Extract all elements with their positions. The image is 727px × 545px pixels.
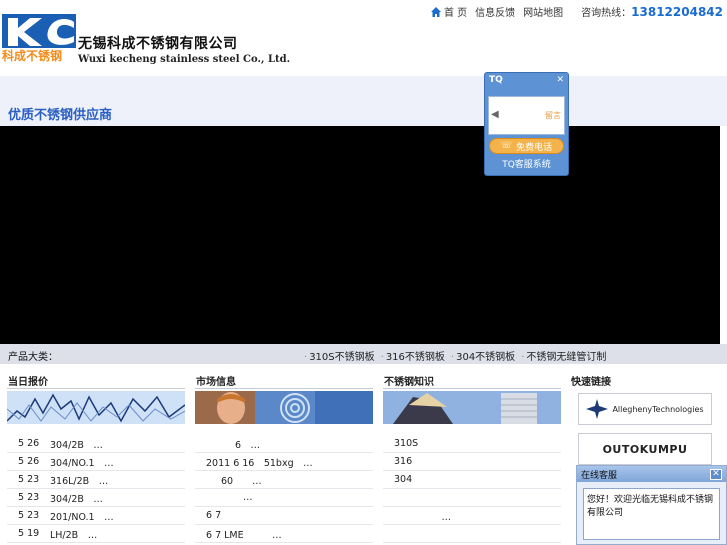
item-text: 304/2B … <box>50 493 103 505</box>
ticker-item[interactable]: 316不锈钢板 <box>381 348 445 363</box>
item-date: 5 26 <box>18 438 40 449</box>
item-text: 310S <box>394 438 419 449</box>
tq-status[interactable]: 留言 <box>545 110 561 121</box>
building-image <box>383 391 561 424</box>
list-item[interactable]: 310S <box>383 435 561 453</box>
free-call-button[interactable]: ☏ 免费电话 <box>489 138 564 154</box>
column-prices: 当日报价 5 26 304/2B … 5 26 304/NO.1 … 5 23 316… <box>6 373 186 543</box>
ticker-items: 310S不锈钢板 316不锈钢板 304不锈钢板 不锈钢无缝管订制 <box>304 348 606 363</box>
column-title[interactable]: 当日报价 <box>7 373 185 389</box>
list-item[interactable]: 60 … <box>195 471 373 489</box>
ticker-label: 产品大类： <box>8 352 58 363</box>
tq-footer[interactable]: TQ客服系统 <box>485 157 568 170</box>
list-item[interactable] <box>383 525 561 543</box>
list-item[interactable]: 5 23 304/2B … <box>7 489 185 507</box>
product-ticker: 产品大类： 310S不锈钢板 316不锈钢板 304不锈钢板 不锈钢无缝管订制 <box>0 344 727 364</box>
market-image <box>195 391 373 424</box>
close-icon[interactable]: ✕ <box>710 468 722 480</box>
list-item[interactable]: 6 7 LME … <box>195 525 373 543</box>
company-logo: 科成不锈钢 <box>2 14 76 62</box>
item-date: 5 23 <box>18 474 40 485</box>
item-text: 304 <box>394 474 413 485</box>
chat-message-box[interactable]: 您好！欢迎光临无锡科成不锈钢有限公司 <box>583 488 720 540</box>
column-market: 市场信息 6 … 2011 6 16 51bxg … 60 … … 6 7 6 … <box>195 373 373 543</box>
list-item[interactable]: 5 23 316L/2B … <box>7 471 185 489</box>
item-date: 5 26 <box>18 456 40 467</box>
item-text: 304/2B … <box>50 439 103 451</box>
column-knowledge: 不锈钢知识 310S 316 304 … <box>383 373 561 543</box>
list-item[interactable]: 6 7 <box>195 507 373 525</box>
chat-title: 在线客服 <box>581 470 618 481</box>
column-title[interactable]: 不锈钢知识 <box>383 373 561 389</box>
ticker-item[interactable]: 310S不锈钢板 <box>304 348 374 363</box>
list-item[interactable]: 5 19 LH/2B … <box>7 525 185 543</box>
partner-name: OUTOKUMPU <box>602 442 688 456</box>
item-text: 316 <box>394 456 413 467</box>
tq-status-panel: ◀ 留言 <box>488 96 565 135</box>
item-text: 60 … <box>221 475 262 487</box>
banner-flash[interactable] <box>0 126 720 344</box>
item-date: 5 23 <box>18 492 40 503</box>
list-item[interactable]: 304 <box>383 471 561 489</box>
item-text: 316L/2B … <box>50 475 109 487</box>
list-item[interactable]: 5 26 304/NO.1 … <box>7 453 185 471</box>
speaker-icon: ◀ <box>491 109 499 120</box>
nav-feedback[interactable]: 信息反馈 <box>475 4 515 19</box>
stock-chart-image <box>6 391 186 424</box>
list-item[interactable] <box>383 489 561 507</box>
item-text: 6 7 <box>206 510 222 521</box>
column-title: 快速链接 <box>571 377 611 388</box>
partner-name: AlleghenyTechnologies <box>612 404 704 414</box>
item-text: 6 7 LME … <box>206 529 282 541</box>
company-name-en: Wuxi kecheng stainless steel Co., Ltd. <box>78 54 291 65</box>
item-text: 304/NO.1 … <box>50 457 114 469</box>
item-text: 6 … <box>235 439 261 451</box>
chat-popup: 在线客服 ✕ 您好！欢迎光临无锡科成不锈钢有限公司 <box>576 465 727 545</box>
list-item[interactable]: 5 26 304/2B … <box>7 435 185 453</box>
top-nav: 首 页 信息反馈 网站地图 咨询热线： 13812204842 <box>430 4 723 19</box>
list-item[interactable]: 2011 6 16 51bxg … <box>195 453 373 471</box>
home-icon <box>430 6 441 17</box>
item-date: 5 23 <box>18 510 40 521</box>
nav-home-label: 首 页 <box>443 8 468 19</box>
list-item[interactable]: 6 … <box>195 435 373 453</box>
company-name: 无锡科成不锈钢有限公司 Wuxi kecheng stainless steel… <box>78 33 290 65</box>
list-item[interactable]: 316 <box>383 453 561 471</box>
hotline-label: 咨询热线： <box>581 8 632 19</box>
list-item[interactable]: 5 23 201/NO.1 … <box>7 507 185 525</box>
phone-icon: ☏ <box>500 141 513 151</box>
company-name-cn: 无锡科成不锈钢有限公司 <box>78 36 238 52</box>
quick-links: 快速链接 AlleghenyTechnologies OUTOKUMPU <box>570 373 720 465</box>
column-title[interactable]: 市场信息 <box>195 373 373 389</box>
list-item[interactable]: … <box>383 507 561 525</box>
slogan: 优质不锈钢供应商 <box>8 108 113 123</box>
ticker-item[interactable]: 304不锈钢板 <box>451 348 515 363</box>
nav-home[interactable]: 首 页 <box>430 4 468 19</box>
hotline-number: 13812204842 <box>631 4 723 19</box>
item-text: 2011 6 16 51bxg … <box>206 457 313 469</box>
tq-header: TQ ✕ <box>485 73 568 87</box>
partner-link-allegheny[interactable]: AlleghenyTechnologies <box>578 393 712 425</box>
logo-text: 科成不锈钢 <box>2 48 62 62</box>
partner-link-outokumpu[interactable]: OUTOKUMPU <box>578 433 712 465</box>
item-text: LH/2B … <box>50 529 98 541</box>
ticker-item[interactable]: 不锈钢无缝管订制 <box>521 348 606 363</box>
item-date: 5 19 <box>18 528 40 539</box>
close-icon[interactable]: ✕ <box>556 75 564 85</box>
tq-widget: TQ ✕ ◀ 留言 ☏ 免费电话 TQ客服系统 <box>484 72 569 176</box>
chat-header: 在线客服 ✕ <box>577 466 726 482</box>
nav-sitemap[interactable]: 网站地图 <box>523 4 563 19</box>
free-call-label: 免费电话 <box>516 142 553 153</box>
allegheny-logo-icon <box>586 399 609 419</box>
item-text: … <box>394 511 452 523</box>
tq-title: TQ <box>489 75 503 85</box>
item-text: 201/NO.1 … <box>50 511 114 523</box>
list-item[interactable]: … <box>195 489 373 507</box>
item-text: … <box>243 492 253 503</box>
